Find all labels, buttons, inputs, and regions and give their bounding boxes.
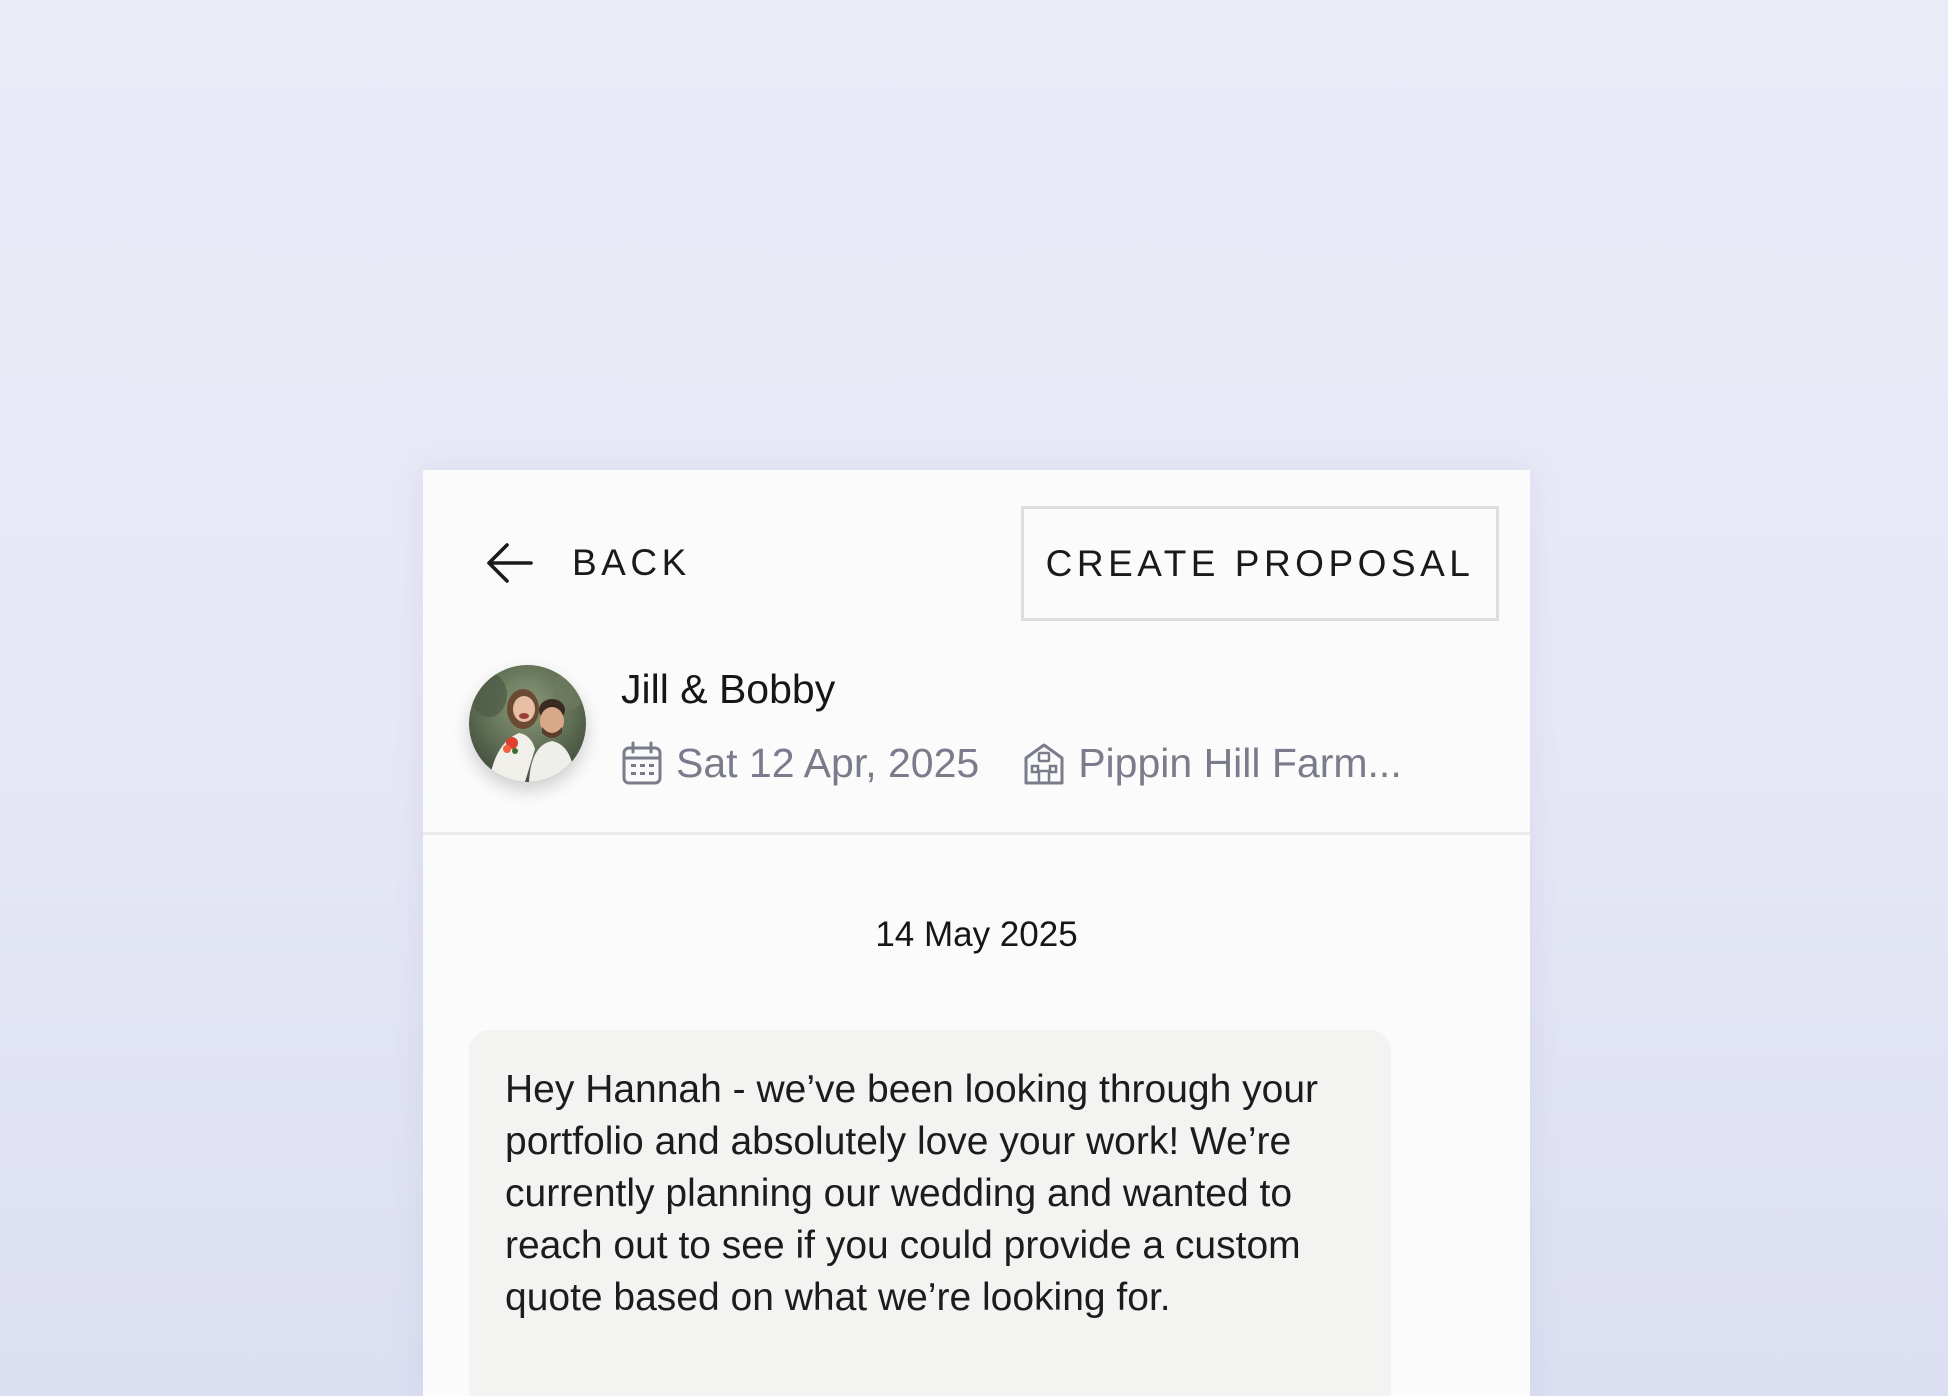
day-divider: 14 May 2025 [875,915,1078,954]
building-icon [1023,740,1065,786]
client-avatar[interactable] [469,665,586,782]
conversation-header: BACK CREATE PROPOSAL Jill & Bobby Sat 12… [423,470,1530,835]
message-text: Hey Hannah - we’ve been looking through … [505,1068,1319,1319]
back-label: BACK [572,542,691,583]
event-date: Sat 12 Apr, 2025 [676,739,980,786]
arrow-left-icon [485,541,533,585]
event-venue: Pippin Hill Farm... [1078,739,1402,786]
create-proposal-button[interactable]: CREATE PROPOSAL [1021,506,1499,621]
message-bubble: Hey Hannah - we’ve been looking through … [469,1030,1391,1396]
conversation-card: BACK CREATE PROPOSAL Jill & Bobby Sat 12… [423,470,1530,1396]
calendar-icon [621,740,663,786]
event-meta: Sat 12 Apr, 2025 Pippin Hill Farm... [621,733,1402,793]
client-name: Jill & Bobby [621,666,836,712]
back-button[interactable]: BACK [485,538,691,588]
